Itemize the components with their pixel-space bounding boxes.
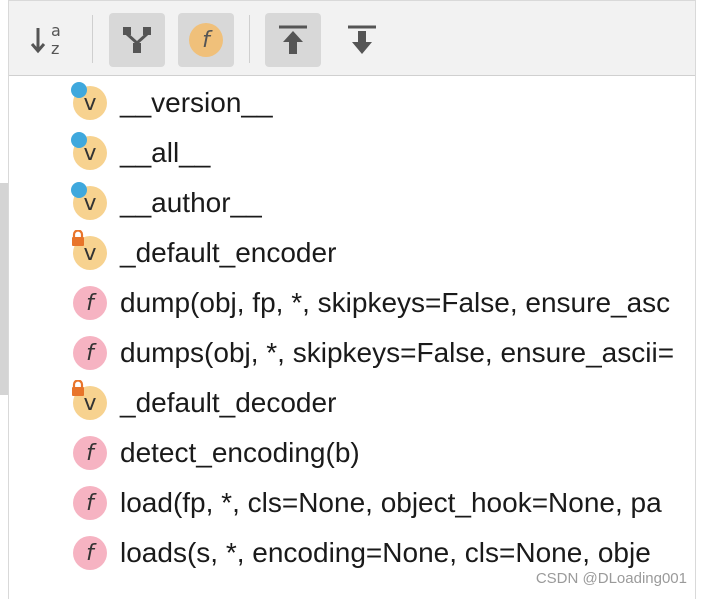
toolbar-separator [249, 15, 250, 63]
f-icon: f [189, 23, 223, 57]
left-scrollbar-thumb[interactable] [0, 183, 8, 395]
structure-toolbar: a z f [9, 0, 695, 76]
svg-text:a: a [51, 21, 61, 40]
function-icon: f [73, 436, 109, 472]
item-label: __all__ [120, 137, 211, 168]
list-item[interactable]: f dumps(obj, *, skipkeys=False, ensure_a… [9, 327, 695, 377]
item-label: detect_encoding(b) [120, 437, 360, 468]
item-label: __version__ [120, 87, 273, 118]
list-item[interactable]: f load(fp, *, cls=None, object_hook=None… [9, 477, 695, 527]
public-badge-icon [71, 182, 87, 198]
function-icon: f [73, 486, 109, 522]
show-inherited-button[interactable] [109, 13, 165, 67]
item-label: dumps(obj, *, skipkeys=False, ensure_asc… [120, 337, 675, 368]
lock-icon [72, 230, 84, 246]
list-item[interactable]: v __author__ [9, 177, 695, 227]
list-item[interactable]: v _default_encoder [9, 227, 695, 277]
toolbar-separator [92, 15, 93, 63]
arrow-up-icon [279, 25, 307, 54]
variable-icon: v [71, 82, 109, 122]
list-item[interactable]: v __all__ [9, 127, 695, 177]
list-item[interactable]: v _default_decoder [9, 377, 695, 427]
item-label: load(fp, *, cls=None, object_hook=None, … [120, 487, 662, 518]
variable-icon: v [72, 380, 109, 422]
navigate-down-button[interactable] [334, 13, 390, 67]
structure-list: v __version__ v __all__ v __author__ v _… [9, 77, 695, 599]
list-item[interactable]: v __version__ [9, 77, 695, 127]
item-label: loads(s, *, encoding=None, cls=None, obj… [120, 537, 651, 568]
watermark: CSDN @DLoading001 [535, 570, 687, 587]
variable-icon: v [72, 230, 109, 272]
list-item[interactable]: f detect_encoding(b) [9, 427, 695, 477]
variable-icon: v [71, 132, 109, 172]
arrow-down-icon [348, 25, 376, 54]
navigate-up-button[interactable] [265, 13, 321, 67]
item-label: dump(obj, fp, *, skipkeys=False, ensure_… [120, 287, 671, 318]
list-item[interactable]: f dump(obj, fp, *, skipkeys=False, ensur… [9, 277, 695, 327]
variable-icon: v [71, 182, 109, 222]
item-label: _default_decoder [120, 387, 337, 418]
function-icon: f [73, 536, 109, 572]
hierarchy-icon [123, 27, 151, 53]
lock-icon [72, 380, 84, 396]
show-fields-button[interactable]: f [178, 13, 234, 67]
item-label: _default_encoder [120, 237, 337, 268]
public-badge-icon [71, 132, 87, 148]
public-badge-icon [71, 82, 87, 98]
function-icon: f [73, 336, 109, 372]
svg-text:z: z [51, 39, 59, 58]
sort-alphabetically-button[interactable]: a z [21, 13, 77, 67]
sort-az-icon: a z [30, 21, 61, 58]
function-icon: f [73, 286, 109, 322]
item-label: __author__ [120, 187, 262, 218]
structure-panel: a z f v __version__ v __all__ v __author… [8, 0, 696, 599]
